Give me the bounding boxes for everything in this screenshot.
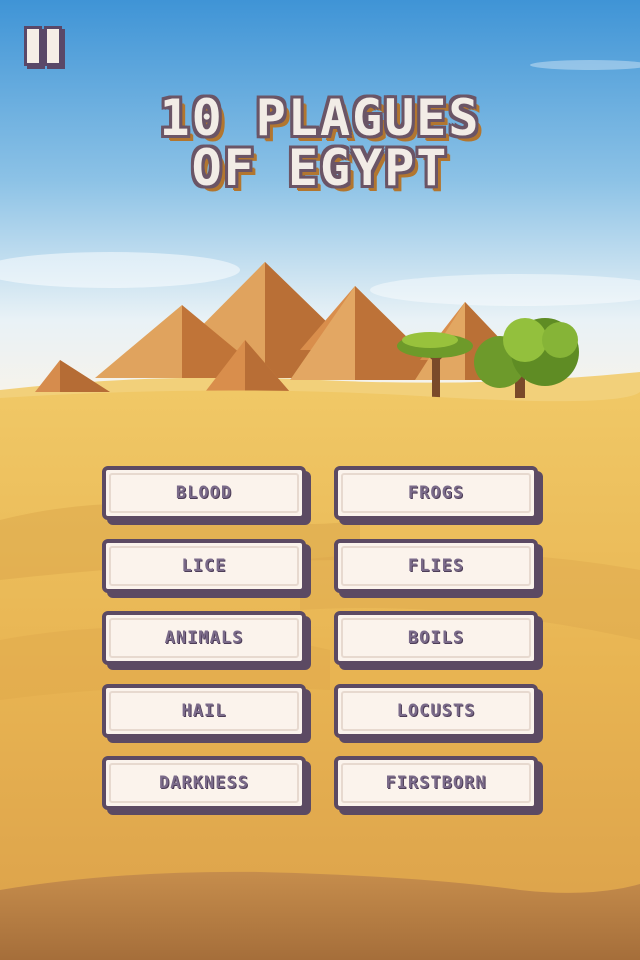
plague-label: HAIL (181, 701, 227, 721)
plague-label: ANIMALS (164, 628, 244, 648)
pause-icon-bar (44, 26, 62, 66)
plague-button-frogs[interactable]: FROGS (334, 466, 538, 520)
plague-button-boils[interactable]: BOILS (334, 611, 538, 665)
plague-label: DARKNESS (159, 773, 249, 793)
plague-label: LICE (181, 556, 227, 576)
game-title-line2: OF EGYPT (191, 139, 449, 197)
plague-label: BOILS (407, 628, 465, 648)
plague-button-lice[interactable]: LICE (102, 539, 306, 593)
pause-button[interactable] (22, 22, 64, 66)
plague-button-animals[interactable]: ANIMALS (102, 611, 306, 665)
plague-label: BLOOD (175, 483, 233, 503)
plague-button-firstborn[interactable]: FIRSTBORN (334, 756, 538, 810)
plague-button-blood[interactable]: BLOOD (102, 466, 306, 520)
game-title-line1: 10 PLAGUES (159, 89, 481, 147)
plague-button-flies[interactable]: FLIES (334, 539, 538, 593)
pause-icon (24, 26, 42, 66)
plague-label: FLIES (407, 556, 465, 576)
plague-label: LOCUSTS (396, 701, 476, 721)
plague-button-hail[interactable]: HAIL (102, 684, 306, 738)
plague-label: FROGS (407, 483, 465, 503)
plague-button-darkness[interactable]: DARKNESS (102, 756, 306, 810)
plague-label: FIRSTBORN (385, 773, 487, 793)
plague-button-locusts[interactable]: LOCUSTS (334, 684, 538, 738)
